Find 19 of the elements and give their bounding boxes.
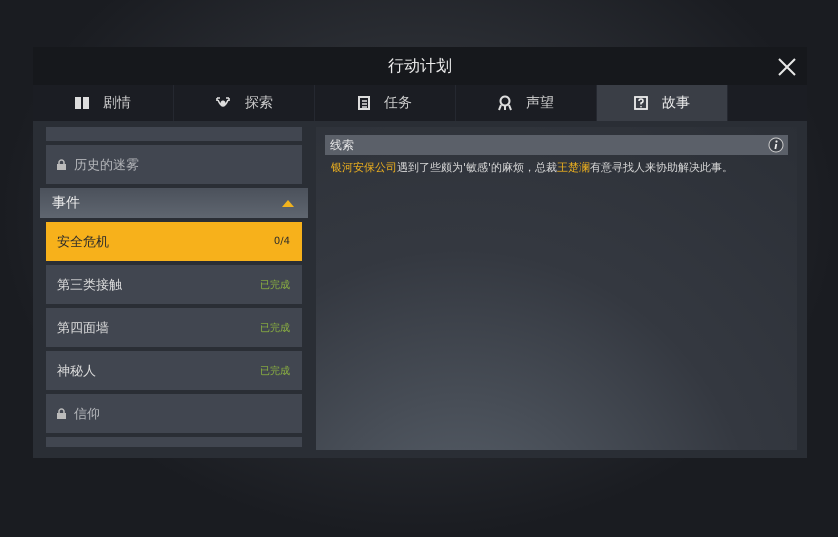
question-icon	[634, 96, 648, 110]
tab[interactable]: 故事	[597, 85, 728, 121]
story-item[interactable]: 历史的迷雾	[46, 145, 302, 184]
document-icon	[358, 96, 370, 110]
category-header[interactable]: 事件	[40, 188, 308, 218]
story-item[interactable]: 神秘人 已完成	[46, 351, 302, 390]
lock-icon	[57, 408, 66, 419]
story-item[interactable]: 安全危机 0/4	[46, 222, 302, 261]
story-item[interactable]: 第三类接触 已完成	[46, 265, 302, 304]
close-icon	[777, 57, 797, 77]
clue-text: 银河安保公司遇到了些颇为'敏感'的麻烦，总裁王楚澜有意寻找人来协助解决此事。	[331, 160, 734, 175]
clue-heading: 线索	[330, 136, 354, 154]
window-title: 行动计划	[388, 56, 452, 76]
lock-icon	[57, 159, 66, 170]
story-item[interactable]: 信仰	[46, 394, 302, 433]
pin-icon	[498, 95, 512, 111]
story-item[interactable]: 第四面墙 已完成	[46, 308, 302, 347]
info-icon[interactable]	[768, 137, 784, 153]
book-icon	[75, 97, 89, 109]
